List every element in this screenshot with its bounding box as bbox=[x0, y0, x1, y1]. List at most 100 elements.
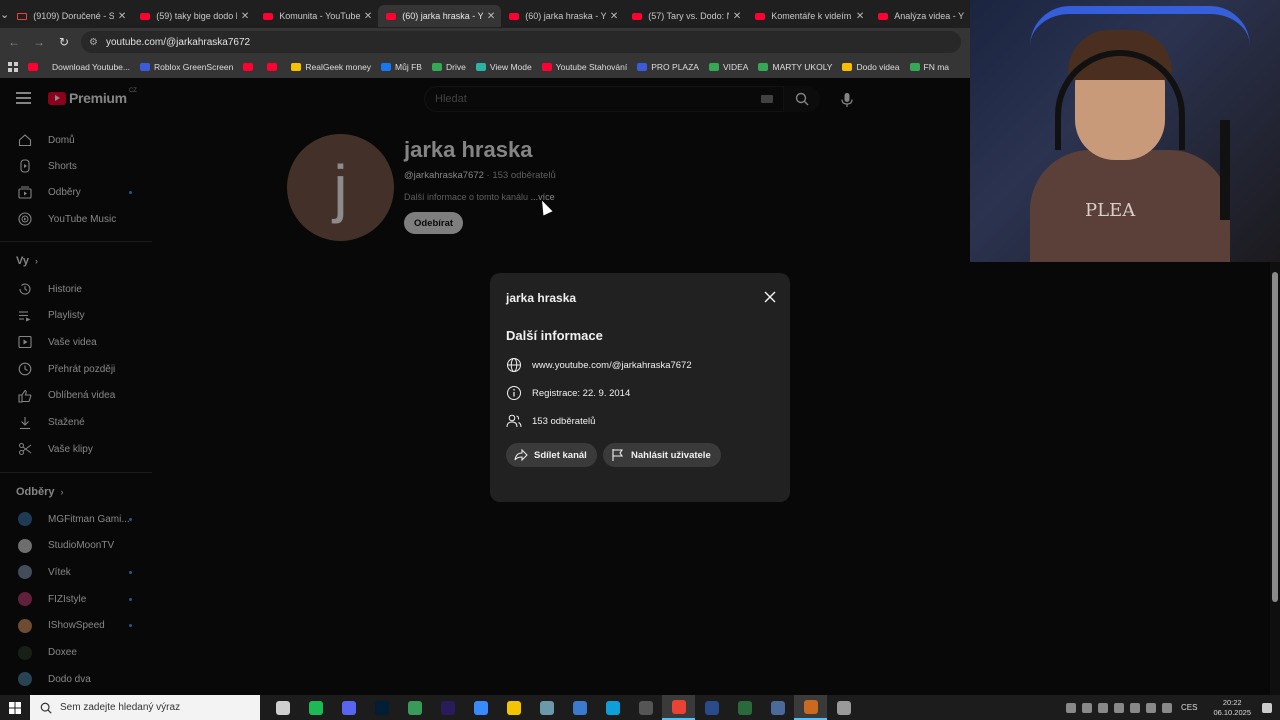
bookmark-item[interactable]: RealGeek money bbox=[291, 62, 371, 72]
browser-tab[interactable]: (59) taky bige dodo b ✕ bbox=[132, 5, 255, 27]
system-tray: CES 20:22 06.10.2025 bbox=[1063, 695, 1280, 720]
tab-title: Komunita - YouTube bbox=[279, 11, 360, 21]
share-channel-button[interactable]: Sdílet kanál bbox=[506, 443, 597, 467]
taskbar-search-placeholder: Sem zadejte hledaný výraz bbox=[60, 702, 181, 713]
tab-title: (9109) Doručené - Se bbox=[33, 11, 114, 21]
shirt-text: PLEA bbox=[1085, 200, 1136, 221]
bookmark-label: Dodo videa bbox=[856, 62, 900, 72]
reload-button[interactable]: ↻ bbox=[53, 35, 75, 49]
bookmark-item[interactable]: Dodo videa bbox=[842, 62, 900, 72]
bookmark-item[interactable]: VIDEA bbox=[708, 62, 749, 72]
youtube-icon bbox=[755, 12, 766, 20]
browser-tab[interactable]: Analýza videa - Y✕ bbox=[870, 5, 970, 27]
bookmark-label: PRO PLAZA bbox=[651, 62, 699, 72]
channel-url-row[interactable]: www.youtube.com/@jarkahraska7672 bbox=[506, 357, 692, 373]
tab-title: (60) jarka hraska - Yo bbox=[525, 11, 606, 21]
close-icon[interactable]: ✕ bbox=[118, 11, 126, 22]
taskbar-app[interactable] bbox=[827, 695, 860, 720]
bookmark-label: RealGeek money bbox=[305, 62, 372, 72]
page-scrollbar[interactable] bbox=[1270, 262, 1280, 695]
bookmark-icon bbox=[541, 63, 552, 71]
taskbar-app[interactable] bbox=[431, 695, 464, 720]
taskbar-app[interactable] bbox=[596, 695, 629, 720]
browser-tab[interactable]: (9109) Doručené - Se ✕ bbox=[9, 5, 132, 27]
browser-tab[interactable]: (60) jarka hraska - Yo ✕ bbox=[378, 5, 502, 27]
bookmark-item[interactable] bbox=[28, 63, 42, 71]
tab-title: Analýza videa - Y bbox=[894, 11, 965, 21]
close-icon[interactable]: ✕ bbox=[487, 11, 495, 22]
taskbar-app[interactable] bbox=[563, 695, 596, 720]
scrollbar-thumb[interactable] bbox=[1272, 272, 1278, 602]
bookmark-item[interactable]: Roblox GreenScreen bbox=[139, 62, 234, 72]
bookmark-item[interactable]: Můj FB bbox=[381, 62, 422, 72]
taskbar-app[interactable] bbox=[464, 695, 497, 720]
registration-row: Registrace: 22. 9. 2014 bbox=[506, 385, 630, 401]
info-icon bbox=[507, 386, 521, 400]
clock[interactable]: 20:22 06.10.2025 bbox=[1213, 698, 1251, 718]
network-icon[interactable] bbox=[1114, 702, 1124, 713]
app3-icon bbox=[572, 700, 587, 715]
taskbar-app[interactable] bbox=[299, 695, 332, 720]
registration-date: Registrace: 22. 9. 2014 bbox=[532, 387, 631, 399]
tray-icon[interactable] bbox=[1066, 702, 1076, 713]
start-button[interactable] bbox=[0, 695, 30, 720]
tray-icon[interactable] bbox=[1082, 702, 1092, 713]
taskbar-app[interactable] bbox=[629, 695, 662, 720]
forward-button[interactable]: → bbox=[28, 35, 50, 49]
bookmark-item[interactable]: Drive bbox=[431, 62, 466, 72]
taskbar-app[interactable] bbox=[728, 695, 761, 720]
close-icon[interactable]: ✕ bbox=[733, 11, 741, 22]
browser-tab[interactable]: Komunita - YouTube ✕ bbox=[255, 5, 378, 27]
tray-icon[interactable] bbox=[1098, 702, 1108, 713]
bookmark-item[interactable]: PRO PLAZA bbox=[637, 62, 699, 72]
taskbar-app[interactable] bbox=[266, 695, 299, 720]
tray-icon[interactable] bbox=[1146, 702, 1156, 713]
taskbar-app[interactable] bbox=[794, 695, 827, 720]
site-info-icon[interactable]: ⚙ bbox=[89, 37, 98, 48]
taskbar-app[interactable] bbox=[365, 695, 398, 720]
taskbar-search-input[interactable]: Sem zadejte hledaný výraz bbox=[30, 695, 260, 720]
app-icon bbox=[407, 700, 422, 715]
bookmark-label: MARTY UKOLY bbox=[772, 62, 833, 72]
url-text: youtube.com/@jarkahraska7672 bbox=[105, 36, 251, 48]
language-indicator[interactable]: CES bbox=[1181, 703, 1197, 712]
bookmark-icon bbox=[28, 63, 38, 71]
close-icon[interactable]: ✕ bbox=[856, 11, 864, 22]
taskbar-app[interactable] bbox=[662, 695, 695, 720]
apps-icon[interactable] bbox=[8, 62, 18, 72]
channel-url[interactable]: www.youtube.com/@jarkahraska7672 bbox=[532, 360, 692, 371]
volume-icon[interactable] bbox=[1130, 702, 1140, 713]
bookmark-item[interactable]: Download Youtube... bbox=[52, 62, 130, 72]
bookmark-label: FN ma bbox=[923, 62, 950, 72]
report-user-button[interactable]: Nahlásit uživatele bbox=[603, 443, 721, 467]
taskbar-app[interactable] bbox=[398, 695, 431, 720]
browser-tab[interactable]: (60) jarka hraska - Yo ✕ bbox=[501, 5, 624, 27]
share-icon bbox=[514, 448, 528, 462]
close-icon[interactable] bbox=[762, 289, 778, 305]
close-icon[interactable]: ✕ bbox=[364, 11, 372, 22]
url-input[interactable]: ⚙ youtube.com/@jarkahraska7672 bbox=[81, 31, 961, 53]
notifications-icon[interactable] bbox=[1262, 702, 1272, 713]
taskbar-app[interactable] bbox=[761, 695, 794, 720]
browser-tab[interactable]: Komentáře k videím ✕ bbox=[747, 5, 870, 27]
tray-icon[interactable] bbox=[1162, 702, 1172, 713]
bookmark-label: Roblox GreenScreen bbox=[153, 62, 234, 72]
taskbar-app[interactable] bbox=[530, 695, 563, 720]
bookmark-item[interactable] bbox=[243, 63, 257, 71]
browser-tab[interactable]: (57) Tary vs. Dodo: N ✕ bbox=[624, 5, 747, 27]
back-button[interactable]: ← bbox=[3, 35, 25, 49]
taskbar-app[interactable] bbox=[497, 695, 530, 720]
close-icon[interactable]: ✕ bbox=[610, 11, 618, 22]
bookmark-item[interactable]: Youtube Stahování bbox=[541, 62, 627, 72]
bookmark-icon bbox=[909, 63, 920, 71]
bookmarks-bar: Download Youtube... Roblox GreenScreen Rea… bbox=[0, 56, 970, 78]
close-icon[interactable]: ✕ bbox=[241, 11, 249, 22]
tab-search-button[interactable]: ⌄ bbox=[0, 0, 9, 28]
taskbar-app[interactable] bbox=[332, 695, 365, 720]
taskbar-app[interactable] bbox=[695, 695, 728, 720]
bookmark-item[interactable]: View Mode bbox=[475, 62, 532, 72]
bookmark-label: VIDEA bbox=[722, 62, 749, 72]
bookmark-item[interactable]: FN ma bbox=[909, 62, 950, 72]
bookmark-item[interactable] bbox=[267, 63, 281, 71]
bookmark-item[interactable]: MARTY UKOLY bbox=[758, 62, 832, 72]
